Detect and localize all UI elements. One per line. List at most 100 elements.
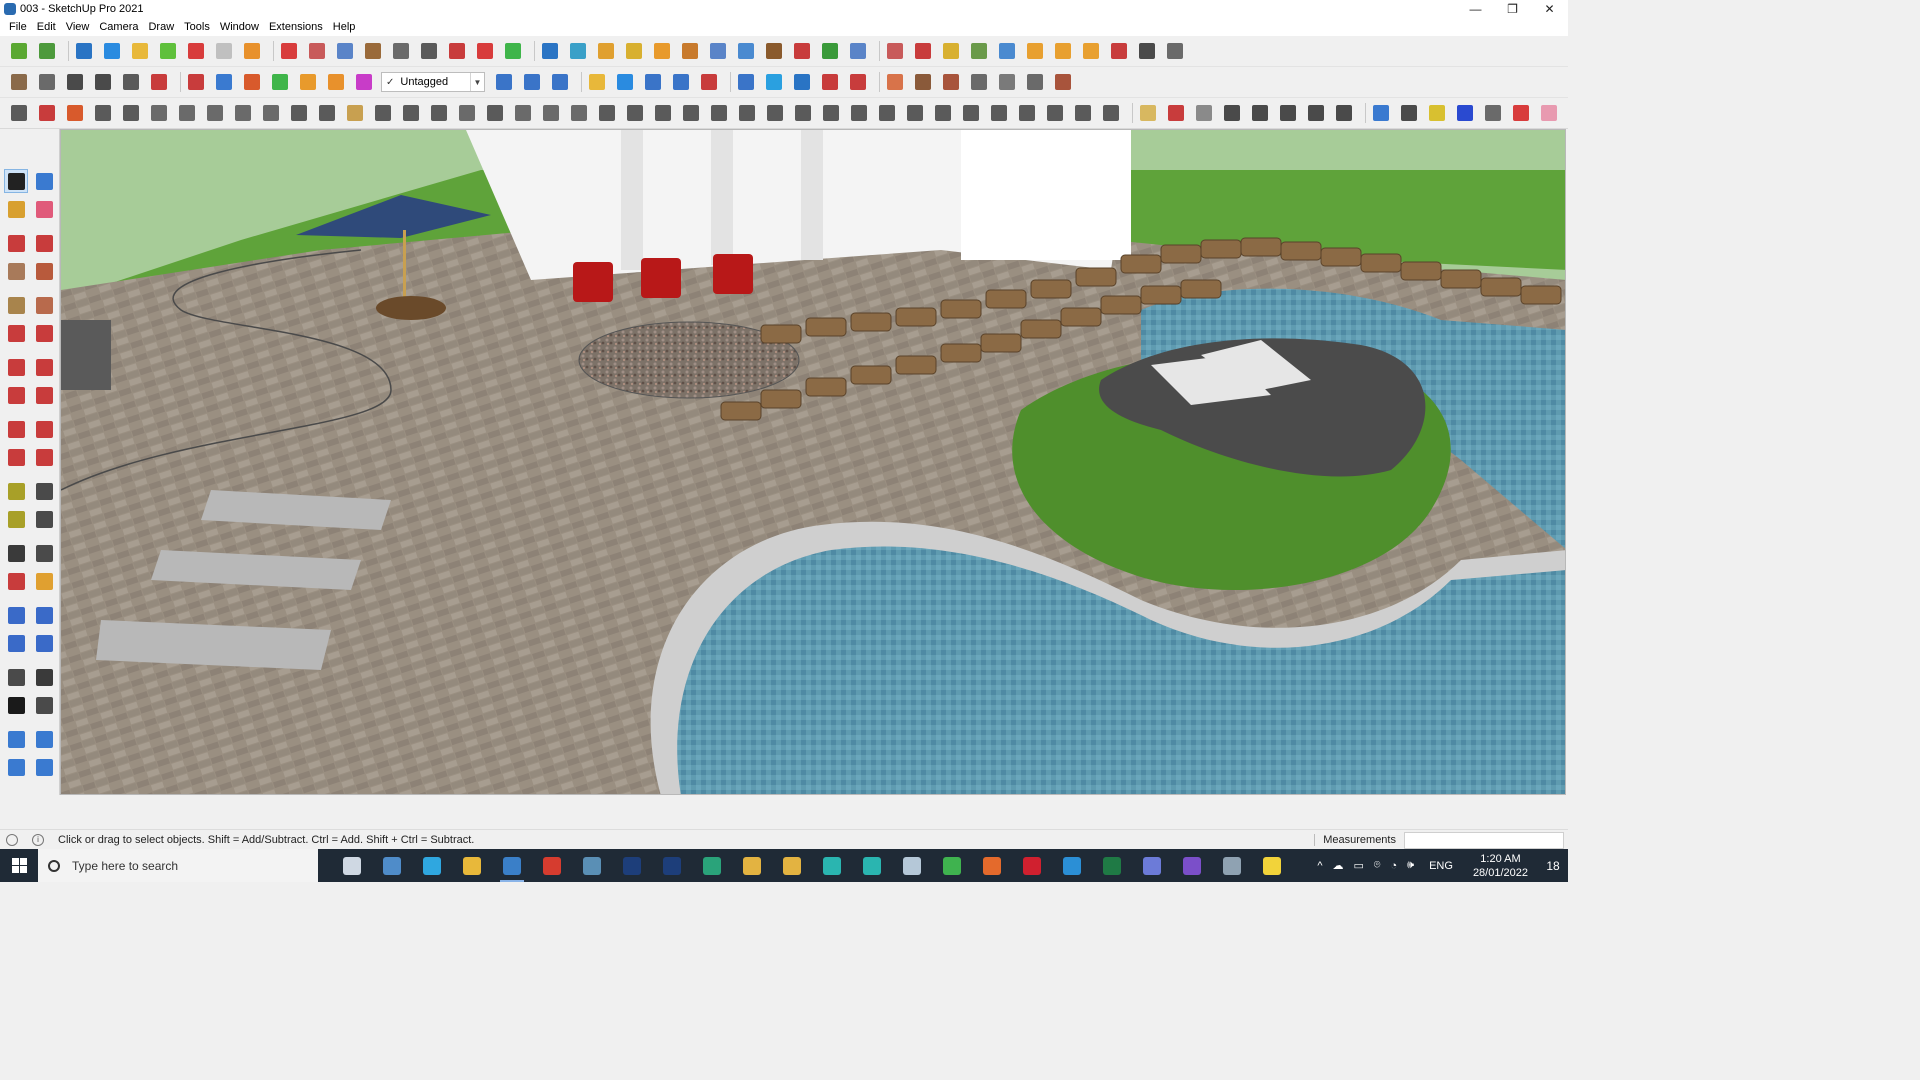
palette-tool-icon[interactable] (32, 231, 56, 255)
palette-tool-icon[interactable] (32, 603, 56, 627)
toolbar3-tool-icon[interactable] (1165, 102, 1187, 124)
toolbar1-tool-icon[interactable] (36, 40, 58, 62)
toolbar3-tool-icon[interactable] (680, 102, 702, 124)
palette-tool-icon[interactable] (4, 321, 28, 345)
toolbar1-tool-icon[interactable] (1108, 40, 1130, 62)
palette-tool-icon[interactable] (32, 693, 56, 717)
toolbar3-tool-icon[interactable] (260, 102, 282, 124)
palette-tool-icon[interactable] (4, 231, 28, 255)
toolbar1-tool-icon[interactable] (651, 40, 673, 62)
toolbar3-tool-icon[interactable] (120, 102, 142, 124)
toolbar3-tool-icon[interactable] (36, 102, 58, 124)
toolbar2-tool-icon[interactable] (36, 71, 58, 93)
taskbar-excel-icon[interactable] (1092, 849, 1132, 882)
minimize-button[interactable]: — (1457, 0, 1494, 18)
toolbar1-tool-icon[interactable] (157, 40, 179, 62)
toolbar2-tool-icon[interactable] (791, 71, 813, 93)
palette-tool-icon[interactable] (4, 479, 28, 503)
palette-tool-icon[interactable] (4, 631, 28, 655)
palette-tool-icon[interactable] (32, 321, 56, 345)
taskbar-discord-icon[interactable] (1132, 849, 1172, 882)
toolbar3-tool-icon[interactable] (988, 102, 1010, 124)
menu-tools[interactable]: Tools (179, 21, 215, 33)
toolbar3-tool-icon[interactable] (568, 102, 590, 124)
palette-tool-icon[interactable] (32, 479, 56, 503)
taskbar-calculator-icon[interactable] (372, 849, 412, 882)
toolbar1-tool-icon[interactable] (623, 40, 645, 62)
taskbar-sticky-notes-icon[interactable] (1252, 849, 1292, 882)
toolbar3-tool-icon[interactable] (148, 102, 170, 124)
taskbar-chrome-icon[interactable] (732, 849, 772, 882)
palette-tool-icon[interactable] (32, 293, 56, 317)
toolbar3-tool-icon[interactable] (1370, 102, 1392, 124)
palette-tool-icon[interactable] (4, 293, 28, 317)
toolbar2-tool-icon[interactable] (269, 71, 291, 93)
toolbar1-tool-icon[interactable] (884, 40, 906, 62)
taskbar-photoshop-icon[interactable] (612, 849, 652, 882)
taskbar-sketchup-icon[interactable] (492, 849, 532, 882)
taskbar-grammarly-icon[interactable] (972, 849, 1012, 882)
toolbar1-tool-icon[interactable] (306, 40, 328, 62)
toolbar1-tool-icon[interactable] (73, 40, 95, 62)
toolbar3-tool-icon[interactable] (1137, 102, 1159, 124)
toolbar2-tool-icon[interactable] (213, 71, 235, 93)
toolbar3-tool-icon[interactable] (288, 102, 310, 124)
toolbar2-tool-icon[interactable] (493, 71, 515, 93)
toolbar3-tool-icon[interactable] (1426, 102, 1448, 124)
toolbar2-tool-icon[interactable] (148, 71, 170, 93)
toolbar3-tool-icon[interactable] (92, 102, 114, 124)
scene-render[interactable] (61, 130, 1566, 795)
toolbar3-tool-icon[interactable] (8, 102, 30, 124)
palette-tool-icon[interactable] (4, 445, 28, 469)
toolbar2-tool-icon[interactable] (8, 71, 30, 93)
toolbar1-tool-icon[interactable] (334, 40, 356, 62)
toolbar2-tool-icon[interactable] (670, 71, 692, 93)
toolbar1-tool-icon[interactable] (241, 40, 263, 62)
palette-tool-icon[interactable] (32, 197, 56, 221)
toolbar3-tool-icon[interactable] (1044, 102, 1066, 124)
toolbar2-tool-icon[interactable] (698, 71, 720, 93)
palette-tool-icon[interactable] (32, 417, 56, 441)
toolbar1-tool-icon[interactable] (968, 40, 990, 62)
taskbar-clock[interactable]: 1:20 AM 28/01/2022 (1473, 852, 1528, 880)
toolbar2-tool-icon[interactable] (847, 71, 869, 93)
toolbar1-tool-icon[interactable] (912, 40, 934, 62)
maximize-button[interactable]: ❐ (1494, 0, 1531, 18)
toolbar1-tool-icon[interactable] (213, 40, 235, 62)
toolbar1-tool-icon[interactable] (418, 40, 440, 62)
toolbar3-tool-icon[interactable] (1510, 102, 1532, 124)
toolbar1-tool-icon[interactable] (791, 40, 813, 62)
taskbar-vscode-icon[interactable] (1052, 849, 1092, 882)
close-button[interactable]: ✕ (1531, 0, 1568, 18)
palette-tool-icon[interactable] (32, 507, 56, 531)
toolbar1-tool-icon[interactable] (185, 40, 207, 62)
toolbar3-tool-icon[interactable] (1221, 102, 1243, 124)
notification-center-icon[interactable]: 18 (1538, 849, 1568, 882)
toolbar2-tool-icon[interactable] (884, 71, 906, 93)
toolbar2-tool-icon[interactable] (1052, 71, 1074, 93)
toolbar2-tool-icon[interactable] (185, 71, 207, 93)
toolbar3-tool-icon[interactable] (428, 102, 450, 124)
palette-tool-icon[interactable] (4, 197, 28, 221)
start-button[interactable] (0, 849, 38, 882)
taskbar-search[interactable]: Type here to search (38, 849, 318, 882)
palette-tool-icon[interactable] (4, 507, 28, 531)
toolbar3-tool-icon[interactable] (1333, 102, 1355, 124)
toolbar1-tool-icon[interactable] (1136, 40, 1158, 62)
toolbar3-tool-icon[interactable] (876, 102, 898, 124)
toolbar3-tool-icon[interactable] (1454, 102, 1476, 124)
toolbar3-tool-icon[interactable] (624, 102, 646, 124)
toolbar2-tool-icon[interactable] (912, 71, 934, 93)
palette-tool-icon[interactable] (32, 169, 56, 193)
toolbar3-tool-icon[interactable] (1398, 102, 1420, 124)
measurements-input[interactable] (1404, 831, 1564, 849)
red-armchair[interactable] (573, 262, 613, 302)
language-indicator[interactable]: ENG (1429, 860, 1453, 872)
toolbar3-tool-icon[interactable] (456, 102, 478, 124)
toolbar2-tool-icon[interactable] (1024, 71, 1046, 93)
toolbar1-tool-icon[interactable] (679, 40, 701, 62)
taskbar-file-explorer-icon[interactable] (452, 849, 492, 882)
toolbar3-tool-icon[interactable] (540, 102, 562, 124)
toolbar1-tool-icon[interactable] (1080, 40, 1102, 62)
palette-tool-icon[interactable] (32, 355, 56, 379)
